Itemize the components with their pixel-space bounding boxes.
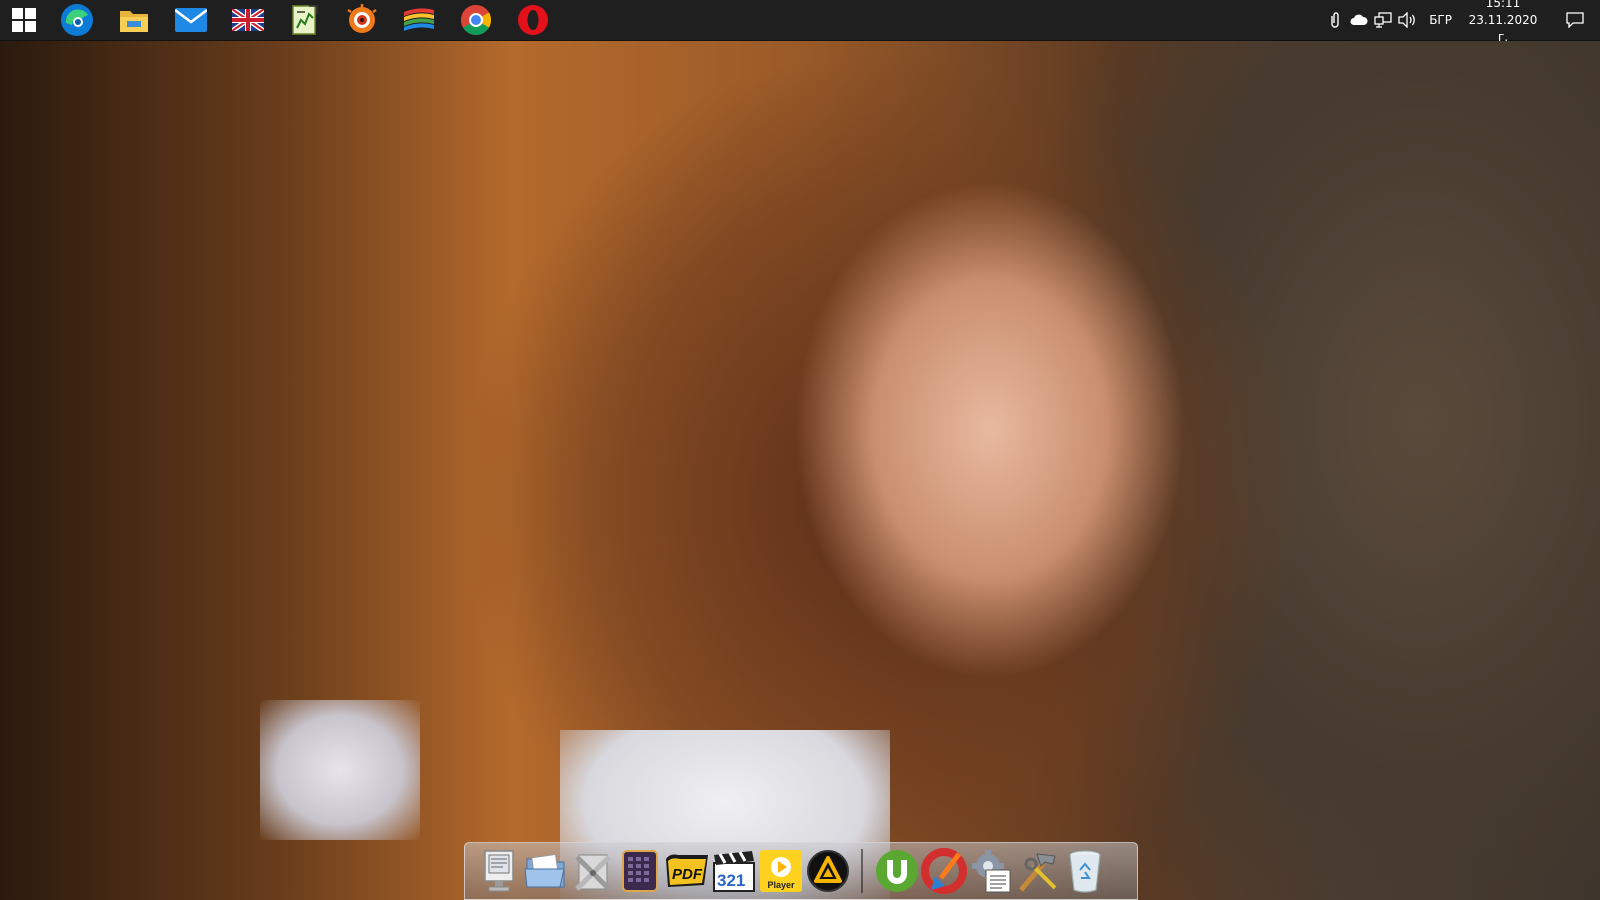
system-tools-icon (574, 854, 611, 891)
dock-pdf-reader[interactable]: PDF (663, 846, 710, 896)
onedrive-cloud-icon[interactable] (1347, 0, 1371, 40)
dock-settings[interactable] (967, 846, 1014, 896)
media-player-icon: Player (759, 850, 802, 892)
pdf-label: PDF (672, 866, 703, 883)
windows-logo-icon (12, 8, 36, 32)
eye-icon (346, 4, 377, 33)
edge-taskbar-icon[interactable] (48, 0, 105, 40)
dock-video-editor[interactable]: 321 (710, 846, 757, 896)
folder-icon (119, 11, 148, 32)
desktop: БГР 15:11 23.11.2020 г. PDF 321 Player (0, 0, 1600, 900)
ccleaner-icon (920, 848, 967, 894)
tools-hammer-icon (1018, 853, 1056, 892)
dock-documents-folder[interactable] (522, 846, 569, 896)
notification-icon (1566, 12, 1584, 28)
clapperboard-icon: 321 (712, 851, 755, 892)
aimp-icon (806, 850, 849, 892)
mail-taskbar-icon[interactable] (162, 0, 219, 40)
paperclip-icon[interactable] (1323, 0, 1347, 40)
wallpaper-detail (260, 700, 420, 840)
dock: PDF 321 Player (464, 842, 1138, 900)
chrome-icon (460, 4, 491, 36)
chrome-taskbar-icon[interactable] (447, 0, 504, 40)
computer-icon (483, 850, 514, 892)
volume-icon[interactable] (1395, 0, 1419, 40)
file-explorer-taskbar-icon[interactable] (105, 0, 162, 40)
calculator-icon (621, 850, 658, 892)
notepad-chart-taskbar-icon[interactable] (276, 0, 333, 40)
dock-media-player[interactable]: Player (757, 846, 804, 896)
system-tray: БГР 15:11 23.11.2020 г. (1323, 0, 1600, 44)
counter-label: 321 (717, 871, 745, 890)
dock-utorrent[interactable] (873, 846, 920, 896)
dock-computer[interactable] (475, 846, 522, 896)
clock-date: 23.11.2020 г. (1468, 12, 1538, 44)
uk-flag-icon (231, 9, 264, 31)
dock-system-tools[interactable] (569, 846, 616, 896)
edge-icon (60, 4, 93, 36)
mail-icon (174, 8, 207, 32)
network-icon[interactable] (1371, 0, 1395, 40)
xnview-taskbar-icon[interactable] (333, 0, 390, 40)
dock-ccleaner[interactable] (920, 846, 967, 896)
clock-time: 15:11 (1485, 0, 1521, 10)
utorrent-icon (875, 850, 918, 892)
dock-separator (861, 849, 863, 893)
taskbar: БГР 15:11 23.11.2020 г. (0, 0, 1600, 44)
input-language[interactable]: БГР (1419, 13, 1466, 27)
start-button[interactable] (0, 0, 48, 40)
document-chart-icon (291, 5, 318, 35)
player-label: Player (767, 880, 795, 890)
folder-open-icon (523, 853, 565, 888)
clock[interactable]: 15:11 23.11.2020 г. (1466, 0, 1550, 46)
recycle-bin-icon (1068, 850, 1101, 893)
settings-gear-icon (971, 850, 1010, 893)
opera-icon (517, 5, 548, 35)
uk-flag-taskbar-icon[interactable] (219, 0, 276, 40)
pdf-icon: PDF (665, 854, 708, 887)
action-center-button[interactable] (1550, 0, 1600, 40)
dock-recycle-bin[interactable] (1061, 846, 1108, 896)
dock-aimp[interactable] (804, 846, 851, 896)
layers-icon (403, 8, 434, 31)
opera-taskbar-icon[interactable] (504, 0, 561, 40)
dock-tools[interactable] (1014, 846, 1061, 896)
dock-calculator[interactable] (616, 846, 663, 896)
stacked-layers-taskbar-icon[interactable] (390, 0, 447, 40)
